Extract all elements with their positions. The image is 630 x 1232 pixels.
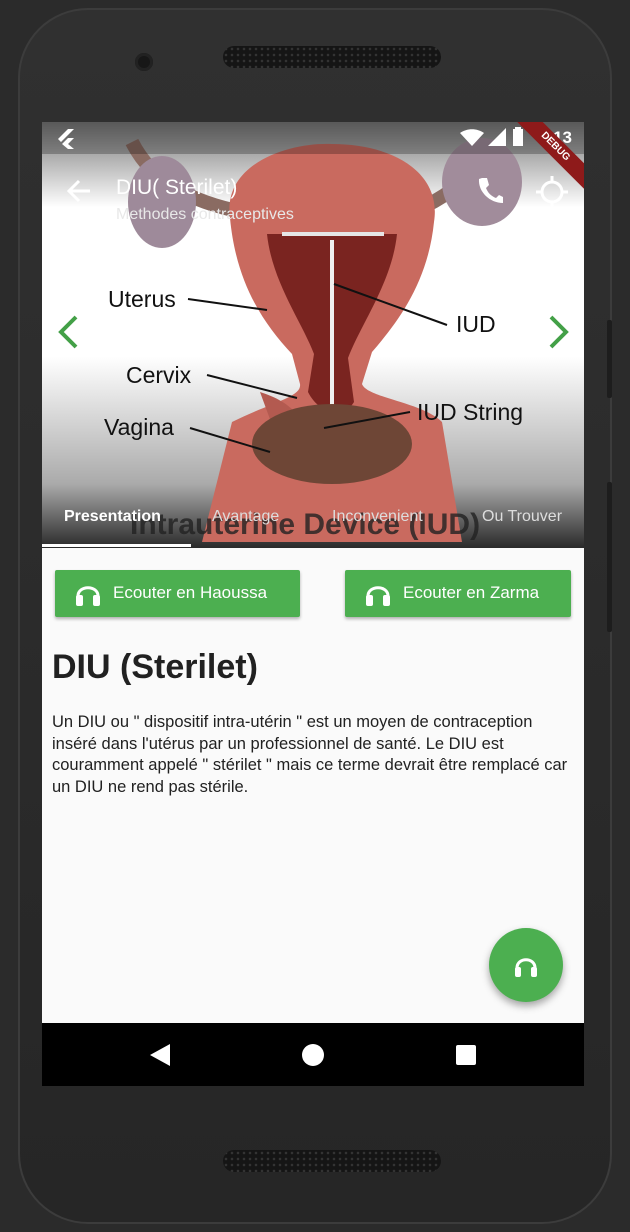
app-bar: DIU( Sterilet) Methodes contraceptives: [42, 154, 584, 234]
volume-button: [607, 320, 612, 398]
tab-bar: Presentation Avantage Inconvenient Ou Tr…: [42, 496, 584, 548]
back-arrow-icon[interactable]: [66, 178, 92, 204]
wifi-icon: [460, 129, 484, 146]
nav-back-icon[interactable]: [150, 1044, 170, 1066]
tab-presentation[interactable]: Presentation: [64, 508, 161, 526]
signal-icon: [488, 128, 506, 146]
battery-icon: [513, 127, 523, 146]
audio-fab[interactable]: [489, 928, 563, 1002]
label-iud-string: IUD String: [417, 399, 524, 425]
nav-home-icon[interactable]: [302, 1044, 324, 1066]
tab-ou-trouver[interactable]: Ou Trouver: [482, 508, 562, 526]
bottom-speaker: [223, 1150, 441, 1172]
system-nav-bar: [42, 1023, 584, 1086]
gps-crosshair-icon[interactable]: [536, 176, 568, 208]
listen-haoussa-button[interactable]: Ecouter en Haoussa: [55, 570, 300, 617]
listen-zarma-button[interactable]: Ecouter en Zarma: [345, 570, 571, 617]
chevron-left-icon[interactable]: [56, 314, 82, 355]
nav-recents-icon[interactable]: [456, 1045, 476, 1065]
listen-zarma-label: Ecouter en Zarma: [403, 583, 540, 602]
flutter-icon: [58, 129, 74, 149]
label-cervix: Cervix: [126, 362, 192, 388]
content-body: Un DIU ou " dispositif intra-utérin " es…: [52, 713, 568, 796]
hero-image: Uterus Cervix Vagina IUD IUD String Intr…: [42, 122, 584, 548]
headphones-icon: [366, 586, 390, 606]
screen: Uterus Cervix Vagina IUD IUD String Intr…: [42, 122, 584, 1086]
label-uterus: Uterus: [108, 286, 176, 312]
page-title: DIU( Sterilet): [116, 176, 238, 199]
page-subtitle: Methodes contraceptives: [116, 206, 294, 223]
phone-icon[interactable]: [476, 176, 504, 204]
tab-inconvenient[interactable]: Inconvenient: [332, 508, 423, 526]
content-heading: DIU (Sterilet): [52, 648, 258, 686]
headphones-icon: [76, 586, 100, 606]
front-camera: [135, 53, 153, 71]
tab-avantage[interactable]: Avantage: [212, 508, 279, 526]
headphones-icon: [515, 958, 537, 977]
tab-indicator: [42, 544, 191, 547]
top-speaker: [223, 46, 441, 68]
chevron-right-icon[interactable]: [545, 314, 571, 355]
label-iud: IUD: [456, 311, 496, 337]
power-button: [607, 482, 612, 632]
label-vagina: Vagina: [104, 414, 174, 440]
listen-haoussa-label: Ecouter en Haoussa: [113, 583, 268, 602]
status-bar: 3:13: [42, 122, 584, 154]
